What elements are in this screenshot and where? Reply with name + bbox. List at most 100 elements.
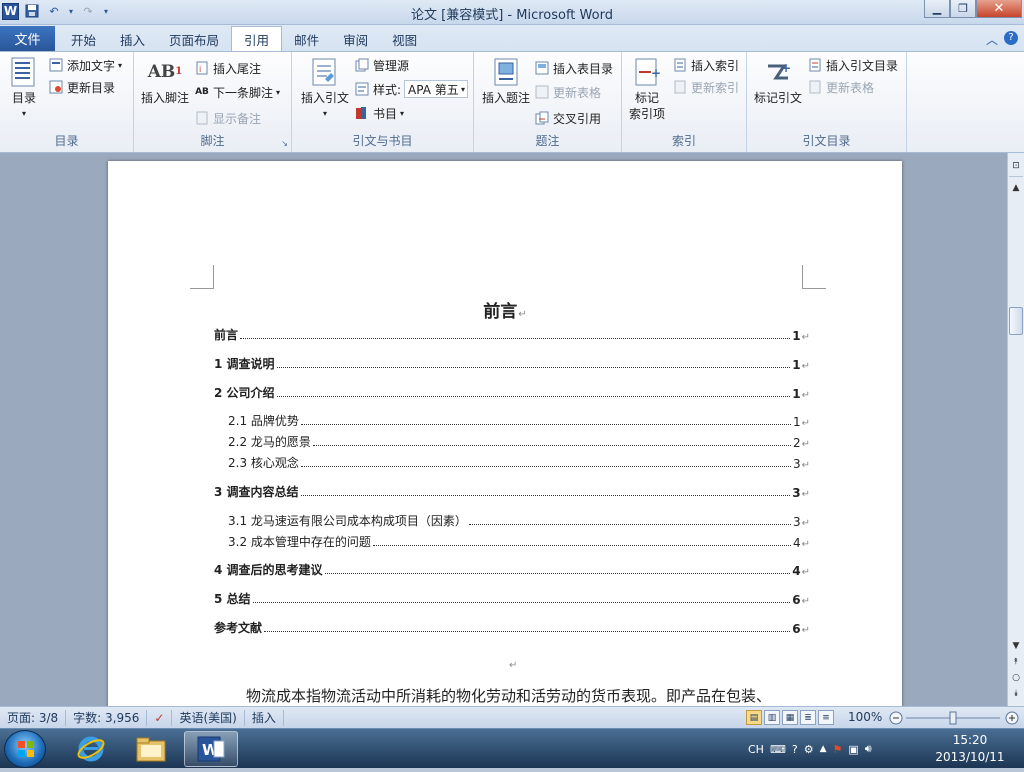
network-icon[interactable]: ▣ xyxy=(848,743,858,756)
toc-entry[interactable]: 2.2 龙马的愿景 2 ↵ xyxy=(228,432,810,450)
ruler-toggle-icon[interactable]: ⊡ xyxy=(1009,155,1023,177)
next-footnote-icon: AB xyxy=(195,87,209,97)
group-toa: + 标记引文 插入引文目录 更新表格 引文目录 xyxy=(747,52,907,152)
tab-home[interactable]: 开始 xyxy=(59,27,108,51)
tab-page-layout[interactable]: 页面布局 xyxy=(157,27,231,51)
tab-file[interactable]: 文件 xyxy=(0,26,55,51)
toc-entry[interactable]: 3 调查内容总结 3 ↵ xyxy=(214,482,810,500)
svg-text:+: + xyxy=(781,61,791,75)
start-button[interactable] xyxy=(4,730,46,768)
footnote-icon: AB 1 xyxy=(147,62,183,82)
show-notes-button[interactable]: 显示备注 xyxy=(194,108,261,128)
page-count[interactable]: 页面: 3/8 xyxy=(0,709,67,726)
internet-explorer-icon[interactable] xyxy=(64,731,118,767)
draft-view-icon[interactable]: ≡ xyxy=(818,710,834,725)
next-footnote-button[interactable]: AB 下一条脚注 ▾ xyxy=(194,82,280,102)
restore-button[interactable]: ❐ xyxy=(950,0,976,18)
minimize-ribbon-icon[interactable]: ︿ xyxy=(986,31,998,48)
svg-text:+: + xyxy=(651,66,660,80)
insert-citation-button[interactable]: 插入引文 ▾ xyxy=(297,56,353,122)
zoom-level[interactable]: 100% xyxy=(848,710,882,724)
print-layout-view-icon[interactable]: ▤ xyxy=(746,710,762,725)
system-tray: CH ⌨ ? ⚙ ▲ ⚑ ▣ 🔊︎ xyxy=(748,729,872,769)
group-label-index: 索引 xyxy=(671,134,696,148)
proofing-icon[interactable]: ✓ xyxy=(147,709,173,726)
footnote-dialog-launcher-icon[interactable]: ↘ xyxy=(281,139,288,148)
add-text-button[interactable]: 添加文字 ▾ xyxy=(48,55,122,75)
body-paragraph[interactable]: 物流成本指物流活动中所消耗的物化劳动和活劳动的货币表现。即产品在包装、 xyxy=(246,685,771,706)
title-bar: W ↶ ▾ ↷ ▾ 论文 [兼容模式] - Microsoft Word ▁ ❐… xyxy=(0,0,1024,25)
show-hidden-icons-icon[interactable]: ▲ xyxy=(820,744,827,754)
mark-entry-button[interactable]: + 标记 索引项 xyxy=(625,56,669,122)
zoom-slider[interactable] xyxy=(888,710,1022,726)
caption-icon xyxy=(490,56,522,88)
volume-icon[interactable]: 🔊︎ xyxy=(865,742,872,756)
tab-references[interactable]: 引用 xyxy=(231,26,283,51)
help-icon[interactable]: ? xyxy=(1004,31,1018,45)
document-page[interactable]: 前言↵ 前言 1 ↵ 1 调查说明 1 ↵ 2 公司介绍 1 ↵ 2.1 品牌优势 1 ↵ 2.… xyxy=(108,161,902,706)
full-screen-reading-view-icon[interactable]: ▥ xyxy=(764,710,780,725)
toc-entry[interactable]: 3.1 龙马速运有限公司成本构成项目（因素） 3 ↵ xyxy=(228,511,810,529)
toc-entry[interactable]: 2.1 品牌优势 1 ↵ xyxy=(228,411,810,429)
clock[interactable]: 15:20 2013/10/11 xyxy=(930,732,1010,766)
cross-reference-button[interactable]: 交叉引用 xyxy=(534,108,601,128)
insert-caption-button[interactable]: 插入题注 xyxy=(478,56,534,106)
toc-entry[interactable]: 3.2 成本管理中存在的问题 4 ↵ xyxy=(228,532,810,550)
update-toa-button[interactable]: 更新表格 xyxy=(807,77,874,97)
manage-sources-button[interactable]: 管理源 xyxy=(354,55,409,75)
toc-entry[interactable]: 1 调查说明 1 ↵ xyxy=(214,354,810,372)
previous-page-icon[interactable]: ⯭ xyxy=(1009,655,1023,669)
endnote-icon: i xyxy=(194,60,210,76)
bibliography-button[interactable]: 书目 ▾ xyxy=(354,103,404,123)
scroll-thumb[interactable] xyxy=(1009,307,1023,335)
web-layout-view-icon[interactable]: ▦ xyxy=(782,710,798,725)
file-explorer-icon[interactable] xyxy=(124,731,178,767)
next-page-icon[interactable]: ⯯ xyxy=(1009,687,1023,701)
update-table-button[interactable]: 更新表格 xyxy=(534,82,601,102)
vertical-scrollbar[interactable]: ⊡ ▲ ▼ ⯭ ○ ⯯ xyxy=(1007,153,1024,706)
toc-entry[interactable]: 2 公司介绍 1 ↵ xyxy=(214,383,810,401)
update-index-button[interactable]: 更新索引 xyxy=(672,77,739,97)
insert-toa-button[interactable]: 插入引文目录 xyxy=(807,55,898,75)
keyboard-icon[interactable]: ⌨ xyxy=(770,743,786,756)
insert-table-of-figures-button[interactable]: 插入表目录 xyxy=(534,58,613,78)
update-toc-button[interactable]: 更新目录 xyxy=(48,77,115,97)
tab-insert[interactable]: 插入 xyxy=(108,27,157,51)
outline-view-icon[interactable]: ≣ xyxy=(800,710,816,725)
style-icon xyxy=(354,81,370,97)
language-status[interactable]: 英语(美国) xyxy=(172,709,245,726)
ime-indicator[interactable]: CH xyxy=(748,743,764,756)
citation-icon xyxy=(309,56,341,88)
mark-entry-icon: + xyxy=(631,56,663,88)
scroll-down-arrow-icon[interactable]: ▼ xyxy=(1009,639,1023,653)
insert-mode-status[interactable]: 插入 xyxy=(245,709,284,726)
scroll-up-arrow-icon[interactable]: ▲ xyxy=(1009,181,1023,195)
insert-index-button[interactable]: 插入索引 xyxy=(672,55,739,75)
style-dropdown[interactable]: APA 第五 ▾ xyxy=(404,80,469,98)
action-center-flag-icon[interactable]: ⚑ xyxy=(832,743,842,756)
toc-button[interactable]: 目录 ▾ xyxy=(4,56,44,122)
insert-endnote-button[interactable]: i 插入尾注 xyxy=(194,58,261,78)
toc-entry[interactable]: 5 总结 6 ↵ xyxy=(214,589,810,607)
toc-entry[interactable]: 4 调查后的思考建议 4 ↵ xyxy=(214,560,810,578)
tray-settings-icon[interactable]: ⚙ xyxy=(804,743,814,756)
close-button[interactable]: ✕ xyxy=(976,0,1022,18)
view-buttons: ▤ ▥ ▦ ≣ ≡ xyxy=(746,710,834,725)
word-count[interactable]: 字数: 3,956 xyxy=(66,709,148,726)
svg-text:i: i xyxy=(199,65,201,74)
toc-entry[interactable]: 参考文献 6 ↵ xyxy=(214,618,810,636)
word-taskbar-icon[interactable]: W xyxy=(184,731,238,767)
tab-mailings[interactable]: 邮件 xyxy=(282,27,331,51)
select-browse-object-icon[interactable]: ○ xyxy=(1009,671,1023,685)
tab-view[interactable]: 视图 xyxy=(380,27,429,51)
tab-review[interactable]: 审阅 xyxy=(331,27,380,51)
insert-footnote-button[interactable]: AB 1 插入脚注 xyxy=(139,56,191,106)
chevron-down-icon: ▾ xyxy=(461,84,466,94)
help-circle-icon[interactable]: ? xyxy=(792,743,798,756)
document-area: 前言↵ 前言 1 ↵ 1 调查说明 1 ↵ 2 公司介绍 1 ↵ 2.1 品牌优势 1 ↵ 2.… xyxy=(0,153,1007,706)
mark-citation-button[interactable]: + 标记引文 xyxy=(752,56,804,106)
toc-icon xyxy=(8,56,40,88)
toc-entry[interactable]: 2.3 核心观念 3 ↵ xyxy=(228,453,810,471)
toc-entry[interactable]: 前言 1 ↵ xyxy=(214,325,810,343)
minimize-button[interactable]: ▁ xyxy=(924,0,950,18)
